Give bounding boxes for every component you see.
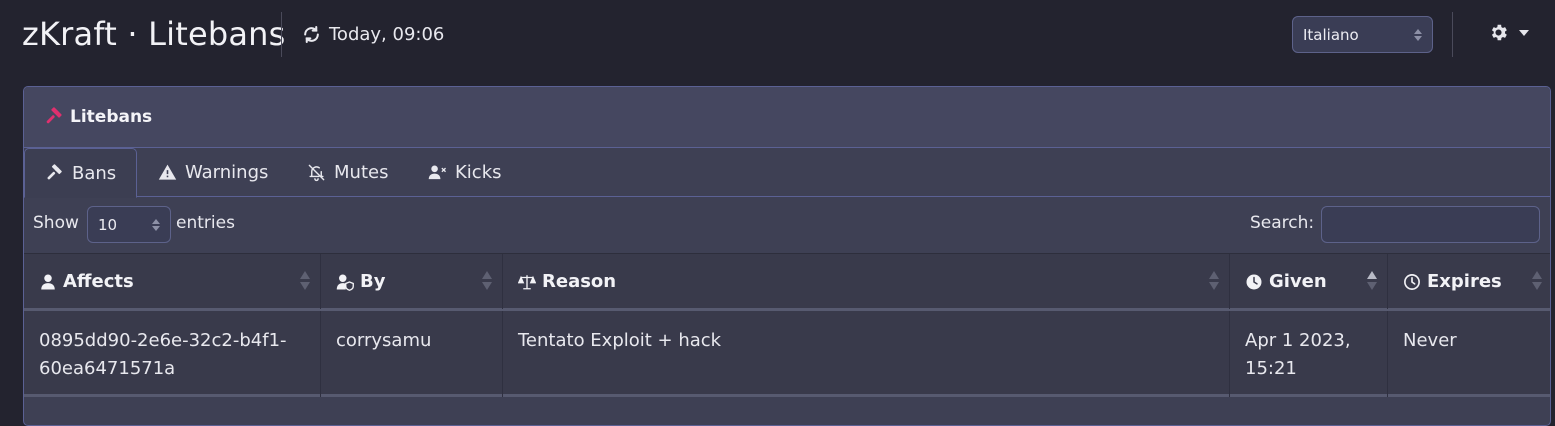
refresh-icon	[304, 25, 319, 43]
warning-icon	[158, 164, 177, 180]
top-navbar: zKraft · Litebans Today, 09:06 Italiano	[0, 0, 1555, 70]
bans-table: Affects By Reason Given Expires 0895dd90…	[24, 253, 1550, 397]
cell-given-line: 15:21	[1245, 358, 1297, 379]
tab-label: Warnings	[185, 162, 269, 183]
page-title: zKraft · Litebans	[22, 15, 286, 53]
column-header-expires[interactable]: Expires	[1388, 254, 1550, 309]
column-header-given[interactable]: Given	[1230, 254, 1388, 309]
sort-icon	[300, 271, 310, 290]
cell-expires: Never	[1403, 330, 1457, 351]
clock-icon	[1246, 274, 1262, 289]
table-controls: Show 10 entries Search:	[24, 197, 1550, 253]
sort-icon	[1532, 271, 1542, 290]
clock-outline-icon	[1404, 273, 1420, 290]
column-header-by[interactable]: By	[321, 254, 503, 309]
column-label: Affects	[63, 271, 134, 292]
search-input[interactable]	[1321, 206, 1540, 243]
cell-by: corrysamu	[321, 311, 503, 397]
tab-label: Mutes	[334, 162, 389, 183]
tab-bans[interactable]: Bans	[24, 148, 138, 198]
column-label: By	[360, 271, 386, 292]
last-update: Today, 09:06	[302, 21, 444, 47]
header-divider	[281, 12, 282, 57]
gavel-icon	[47, 163, 62, 179]
column-label: Expires	[1427, 271, 1502, 292]
card-header: Litebans	[24, 87, 1550, 148]
tab-label: Kicks	[455, 162, 502, 183]
gear-icon	[1491, 24, 1507, 41]
scale-icon	[518, 274, 536, 289]
table-row[interactable]: 0895dd90-2e6e-32c2-b4f1- 60ea6471571a co…	[24, 311, 1550, 397]
header-divider	[1452, 12, 1453, 57]
language-select[interactable]: Italiano	[1292, 16, 1433, 53]
column-label: Given	[1269, 271, 1327, 292]
user-shield-icon	[336, 274, 354, 291]
cell-given-line: Apr 1 2023,	[1245, 330, 1351, 351]
settings-dropdown[interactable]	[1488, 22, 1529, 43]
card-title: Litebans	[70, 107, 153, 127]
sort-asc-icon	[1367, 271, 1377, 290]
tab-warnings[interactable]: Warnings	[158, 148, 268, 197]
language-value: Italiano	[1303, 25, 1359, 44]
sort-icon	[482, 271, 492, 290]
entries-label: entries	[176, 213, 235, 233]
column-header-reason[interactable]: Reason	[503, 254, 1230, 309]
last-update-text: Today, 09:06	[329, 23, 445, 45]
tab-bar: Bans Warnings Mutes Kicks	[24, 148, 1550, 198]
gavel-icon	[46, 107, 62, 124]
user-icon	[41, 274, 55, 289]
select-arrows-icon	[1414, 28, 1422, 41]
tab-kicks[interactable]: Kicks	[428, 148, 502, 197]
user-x-icon	[428, 165, 447, 180]
bell-slash-icon	[308, 164, 325, 182]
cell-affects-line: 60ea6471571a	[39, 358, 176, 379]
show-label: Show	[33, 213, 79, 233]
tab-label: Bans	[72, 162, 117, 184]
search-label: Search:	[1250, 213, 1315, 233]
tab-mutes[interactable]: Mutes	[307, 148, 388, 197]
cell-reason: Tentato Exploit + hack	[503, 311, 1230, 397]
table-header: Affects By Reason Given Expires	[24, 253, 1550, 311]
litebans-card: Litebans Bans Warnings Mutes Kicks Show …	[23, 86, 1551, 426]
column-header-affects[interactable]: Affects	[24, 254, 321, 309]
select-arrows-icon	[152, 218, 160, 231]
sort-icon	[1209, 271, 1219, 290]
cell-affects: 0895dd90-2e6e-32c2-b4f1- 60ea6471571a	[24, 311, 321, 397]
cell-given: Apr 1 2023, 15:21	[1230, 311, 1388, 397]
entries-length-value: 10	[98, 215, 118, 234]
chevron-down-icon	[1519, 29, 1529, 36]
entries-length-select[interactable]: 10	[87, 206, 171, 243]
cell-affects-line: 0895dd90-2e6e-32c2-b4f1-	[39, 330, 287, 351]
column-label: Reason	[542, 271, 617, 292]
